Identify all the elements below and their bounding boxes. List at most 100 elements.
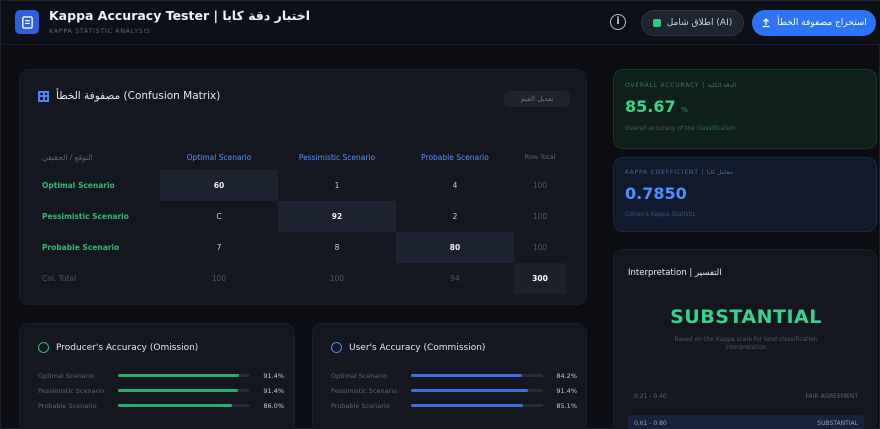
row-total-header: Row Total — [524, 153, 556, 161]
accuracy-row: Probable Scenario 85.1% — [331, 398, 579, 413]
app-window: Kappa Accuracy Tester | اختبار دقة كابا … — [0, 0, 880, 429]
info-icon[interactable]: i — [610, 14, 626, 30]
accuracy-track — [118, 374, 250, 377]
producers-accuracy-header: Producer's Accuracy (Omission) — [38, 342, 198, 353]
accuracy-track — [411, 389, 543, 392]
app-logo-icon — [15, 10, 39, 34]
row-label: Optimal Scenario — [42, 181, 115, 190]
overall-accuracy-value: 85.67 % — [625, 97, 688, 116]
scale-range: 0.61 - 0.80 — [634, 419, 667, 427]
edit-values-button[interactable]: تعديل القيم — [504, 91, 570, 107]
kappa-note: Cohen's Kappa Statistic — [625, 211, 696, 218]
row-total: 100 — [532, 243, 548, 252]
accuracy-row: Optimal Scenario 84.2% — [331, 368, 579, 383]
matrix-header-row: التوقع / الحقيقي Optimal Scenario Pessim… — [38, 144, 566, 170]
accuracy-fill — [411, 374, 522, 377]
accuracy-row: Pessimistic Scenario 91.4% — [38, 383, 286, 398]
accuracy-fill — [411, 389, 529, 392]
accuracy-percent: 91.4% — [263, 371, 284, 380]
matrix-cell[interactable]: 4 — [396, 170, 514, 201]
column-total: 94 — [450, 274, 460, 283]
matrix-cell[interactable]: 7 — [160, 232, 278, 263]
accuracy-percent: 85.1% — [556, 401, 577, 410]
interpretation-title: Interpretation | التفسير — [628, 268, 722, 278]
accuracy-row: Pessimistic Scenario 91.4% — [331, 383, 579, 398]
matrix-title: مصفوفة الخطأ (Confusion Matrix) — [56, 90, 221, 102]
matrix-cell[interactable]: C — [160, 201, 278, 232]
producers-accuracy-bars: Optimal Scenario 91.4% Pessimistic Scenari… — [38, 368, 286, 413]
column-header: Optimal Scenario — [186, 152, 252, 162]
matrix-cell[interactable]: 2 — [396, 201, 514, 232]
app-subtitle: KAPPA STATISTIC ANALYSIS — [49, 27, 151, 35]
sparkle-icon — [652, 19, 661, 27]
users-accuracy-title: User's Accuracy (Commission) — [349, 342, 486, 353]
grand-total: 300 — [514, 263, 566, 294]
producers-accuracy-panel: Producer's Accuracy (Omission) Optimal S… — [19, 323, 295, 429]
accuracy-fill — [118, 404, 232, 407]
export-matrix-label: استخراج مصفوفة الخطأ — [777, 18, 867, 28]
matrix-header: مصفوفة الخطأ (Confusion Matrix) — [38, 90, 220, 102]
overall-accuracy-caption: OVERALL ACCURACY | الدقة الكلية — [625, 82, 737, 89]
accuracy-label: Optimal Scenario — [331, 371, 388, 380]
scale-row-active: 0.61 - 0.80 SUBSTANTIAL — [628, 415, 864, 429]
column-header: Pessimistic Scenario — [298, 152, 376, 162]
overall-accuracy-unit: % — [681, 106, 688, 114]
accuracy-percent: 86.0% — [263, 401, 284, 410]
row-total: 100 — [532, 212, 548, 221]
accuracy-label: Optimal Scenario — [38, 371, 95, 380]
users-accuracy-panel: User's Accuracy (Commission) Optimal Sce… — [312, 323, 587, 429]
confusion-matrix-table: التوقع / الحقيقي Optimal Scenario Pessim… — [38, 144, 566, 294]
target-icon — [331, 342, 342, 353]
matrix-row: Optimal Scenario 60 1 4 100 — [38, 170, 566, 201]
accuracy-track — [118, 389, 250, 392]
row-label: Pessimistic Scenario — [42, 212, 129, 221]
overall-accuracy-number: 85.67 — [625, 97, 676, 116]
matrix-cell[interactable]: 60 — [160, 170, 278, 201]
app-title: Kappa Accuracy Tester | اختبار دقة كابا — [49, 8, 311, 23]
row-label: Probable Scenario — [42, 243, 120, 252]
producers-accuracy-title: Producer's Accuracy (Omission) — [56, 342, 199, 353]
accuracy-label: Probable Scenario — [331, 401, 390, 410]
interpretation-panel: Interpretation | التفسير SUBSTANTIAL Bas… — [613, 249, 877, 429]
accuracy-percent: 91.4% — [556, 386, 577, 395]
accuracy-fill — [118, 374, 240, 377]
scale-row: 0.21 - 0.40 FAIR AGREEMENT — [628, 388, 864, 404]
accuracy-label: Pessimistic Scenario — [38, 386, 105, 395]
accuracy-fill — [411, 404, 524, 407]
users-accuracy-bars: Optimal Scenario 84.2% Pessimistic Scenari… — [331, 368, 579, 413]
export-matrix-button[interactable]: استخراج مصفوفة الخطأ — [752, 10, 876, 36]
matrix-cell[interactable]: 92 — [278, 201, 396, 232]
accuracy-track — [411, 404, 543, 407]
accuracy-track — [118, 404, 250, 407]
accuracy-row: Probable Scenario 86.0% — [38, 398, 286, 413]
matrix-cell[interactable]: 80 — [396, 232, 514, 263]
accuracy-row: Optimal Scenario 91.4% — [38, 368, 286, 383]
column-total-label: Col. Total — [42, 274, 77, 283]
interpretation-level: SUBSTANTIAL — [670, 306, 822, 328]
overall-accuracy-card: OVERALL ACCURACY | الدقة الكلية 85.67 % … — [613, 69, 877, 149]
upload-icon — [762, 18, 770, 28]
accuracy-fill — [118, 389, 239, 392]
accuracy-label: Pessimistic Scenario — [331, 386, 398, 395]
overall-accuracy-note: Overall accuracy of the classification — [625, 125, 736, 132]
column-total: 100 — [211, 274, 227, 283]
ai-analysis-label: اطلاق شامل (AI) — [666, 18, 733, 28]
ai-analysis-button[interactable]: اطلاق شامل (AI) — [641, 10, 744, 36]
scale-label: FAIR AGREEMENT — [805, 392, 858, 400]
matrix-corner-label: التوقع / الحقيقي — [42, 152, 93, 162]
accuracy-track — [411, 374, 543, 377]
matrix-cell[interactable]: 1 — [278, 170, 396, 201]
confusion-matrix-panel: مصفوفة الخطأ (Confusion Matrix) تعديل ال… — [19, 69, 587, 305]
users-accuracy-header: User's Accuracy (Commission) — [331, 342, 485, 353]
scale-range: 0.21 - 0.40 — [634, 392, 667, 400]
matrix-total-row: Col. Total 100 100 94 300 — [38, 263, 566, 294]
kappa-caption: KAPPA COEFFICIENT | معامل كابا — [625, 169, 733, 176]
matrix-cell[interactable]: 8 — [278, 232, 396, 263]
kappa-value: 0.7850 — [625, 184, 687, 203]
scale-label: SUBSTANTIAL — [817, 419, 858, 427]
accuracy-label: Probable Scenario — [38, 401, 97, 410]
kappa-card: KAPPA COEFFICIENT | معامل كابا 0.7850 Co… — [613, 157, 877, 232]
interpretation-description: Based on the Kappa scale for land classi… — [674, 336, 818, 351]
target-icon — [38, 342, 49, 353]
column-total: 100 — [329, 274, 345, 283]
